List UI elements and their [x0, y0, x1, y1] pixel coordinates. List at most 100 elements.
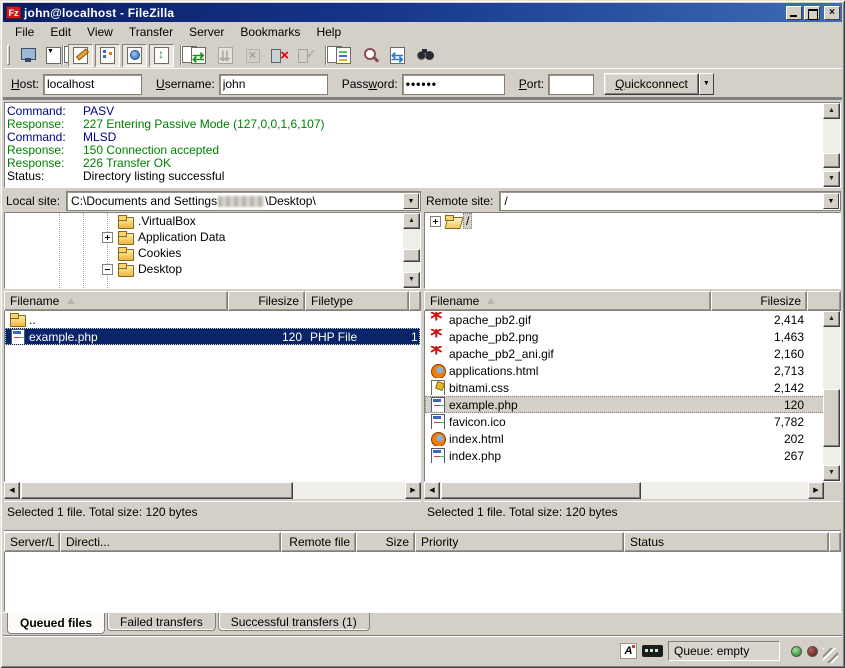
file-row[interactable]: example.php 120 PHP File 1 [5, 328, 420, 345]
column-header-filesize[interactable]: Filesize [228, 291, 305, 311]
scroll-up-icon[interactable]: ▲ [823, 103, 840, 119]
tree-item[interactable]: .VirtualBox [5, 213, 420, 229]
menu-item[interactable]: Server [181, 23, 232, 41]
host-input[interactable] [43, 74, 142, 95]
data-type-indicator-icon[interactable]: A [620, 643, 637, 659]
scroll-right-icon[interactable]: ▶ [405, 482, 421, 499]
toolbar-button[interactable] [176, 44, 184, 67]
minimize-button[interactable] [786, 6, 802, 20]
menu-item[interactable]: Bookmarks [232, 23, 308, 41]
local-list-hscrollbar[interactable]: ◀ ▶ [4, 482, 421, 499]
tree-expander-icon[interactable] [102, 232, 113, 243]
scroll-up-icon[interactable]: ▲ [823, 311, 840, 327]
scroll-up-icon[interactable]: ▲ [403, 213, 420, 229]
file-row[interactable]: bitnami.css 2,142 [425, 379, 825, 396]
remote-site-combobox[interactable]: / ▼ [499, 191, 841, 211]
toolbar-button[interactable] [186, 44, 211, 67]
column-header-lastmodified[interactable]: L [409, 291, 421, 311]
toolbar-button[interactable] [95, 44, 120, 67]
tree-item[interactable]: Application Data [5, 229, 420, 245]
queue-column-header[interactable]: Server/Local file [4, 532, 60, 552]
column-header-filetype[interactable]: Filetype [305, 291, 409, 311]
toolbar-button[interactable] [149, 44, 174, 67]
file-row[interactable]: index.html 202 [425, 430, 825, 447]
tree-expander-icon[interactable] [430, 216, 441, 227]
quickconnect-dropdown-button[interactable]: ▼ [699, 73, 714, 95]
queue-column-header[interactable]: Status [624, 532, 829, 552]
local-site-combobox[interactable]: C:\Documents and Settings\Desktop\ ▼ [66, 191, 421, 211]
file-icon [9, 329, 27, 344]
port-input[interactable] [548, 74, 594, 95]
maximize-button[interactable] [804, 6, 820, 20]
queue-column-header[interactable]: Directi... [60, 532, 281, 552]
file-row[interactable]: favicon.ico 7,782 [425, 413, 825, 430]
toolbar-button[interactable] [385, 44, 410, 67]
toolbar-button[interactable] [43, 44, 56, 67]
password-input[interactable] [402, 74, 505, 95]
toolbar-button[interactable] [122, 44, 147, 67]
quickconnect-button[interactable]: Quickconnect [604, 73, 699, 95]
column-header-filename[interactable]: Filename [4, 291, 228, 311]
menu-item[interactable]: View [79, 23, 121, 41]
tree-item[interactable]: Cookies [5, 245, 420, 261]
scroll-down-icon[interactable]: ▼ [403, 272, 420, 288]
toolbar-grip[interactable] [7, 45, 10, 65]
toolbar-button[interactable] [412, 44, 437, 67]
column-header-filesize[interactable]: Filesize [711, 291, 807, 311]
file-row[interactable]: .. [5, 311, 420, 328]
close-button[interactable]: × [824, 6, 840, 20]
queue-tab[interactable]: Failed transfers [107, 613, 216, 631]
scroll-left-icon[interactable]: ◀ [424, 482, 440, 499]
toolbar-button[interactable] [16, 44, 41, 67]
resize-grip[interactable] [823, 648, 838, 663]
scroll-right-icon[interactable]: ▶ [808, 482, 824, 499]
scroll-down-icon[interactable]: ▼ [823, 465, 840, 481]
chevron-down-icon[interactable]: ▼ [403, 193, 419, 209]
tree-item[interactable]: / [425, 213, 840, 229]
queue-column-header[interactable]: Priority [415, 532, 624, 552]
scrollbar-thumb[interactable] [21, 482, 293, 499]
menu-item[interactable]: Help [308, 23, 349, 41]
chevron-down-icon[interactable]: ▼ [823, 193, 839, 209]
queue-column-header[interactable]: Remote file [281, 532, 356, 552]
scroll-down-icon[interactable]: ▼ [823, 171, 840, 187]
speed-limit-indicator-icon[interactable] [642, 645, 663, 657]
toolbar-button[interactable] [213, 44, 238, 67]
toolbar-button[interactable] [321, 44, 329, 67]
queue-column-header[interactable] [829, 532, 841, 552]
toolbar-button[interactable] [294, 44, 319, 67]
queue-tab[interactable]: Queued files [7, 613, 105, 634]
scrollbar-thumb[interactable] [823, 153, 840, 168]
username-input[interactable] [219, 74, 328, 95]
scrollbar-thumb[interactable] [441, 482, 641, 499]
scroll-left-icon[interactable]: ◀ [4, 482, 20, 499]
file-row[interactable]: apache_pb2_ani.gif 2,160 [425, 345, 825, 362]
toolbar-button[interactable] [331, 44, 356, 67]
file-row[interactable]: apache_pb2.gif 2,414 [425, 311, 825, 328]
file-row[interactable]: applications.html 2,713 [425, 362, 825, 379]
file-row[interactable]: example.php 120 [425, 396, 825, 413]
toolbar-button[interactable] [58, 44, 66, 67]
menu-item[interactable]: Edit [42, 23, 79, 41]
remote-list-scrollbar[interactable]: ▲ ▼ [823, 311, 840, 481]
column-header-filename[interactable]: Filename [424, 291, 711, 311]
menu-item[interactable]: Transfer [121, 23, 181, 41]
queue-list[interactable] [4, 552, 841, 612]
tree-item[interactable]: Desktop [5, 261, 420, 277]
queue-tab[interactable]: Successful transfers (1) [218, 613, 370, 631]
remote-list-hscrollbar[interactable]: ◀ ▶ [424, 482, 824, 499]
menu-item[interactable]: File [7, 23, 42, 41]
file-row[interactable]: apache_pb2.png 1,463 [425, 328, 825, 345]
local-tree-scrollbar[interactable]: ▲ ▼ [403, 213, 420, 288]
toolbar-button[interactable] [68, 44, 93, 67]
file-row[interactable]: index.php 267 [425, 447, 825, 464]
log-scrollbar[interactable]: ▲ ▼ [823, 103, 840, 187]
file-icon [429, 363, 447, 378]
toolbar-button[interactable] [240, 44, 265, 67]
toolbar-button[interactable] [358, 44, 383, 67]
tree-expander-icon[interactable] [102, 264, 113, 275]
queue-column-header[interactable]: Size [356, 532, 415, 552]
scrollbar-thumb[interactable] [823, 389, 840, 447]
toolbar-button[interactable] [267, 44, 292, 67]
scrollbar-thumb[interactable] [403, 249, 420, 262]
